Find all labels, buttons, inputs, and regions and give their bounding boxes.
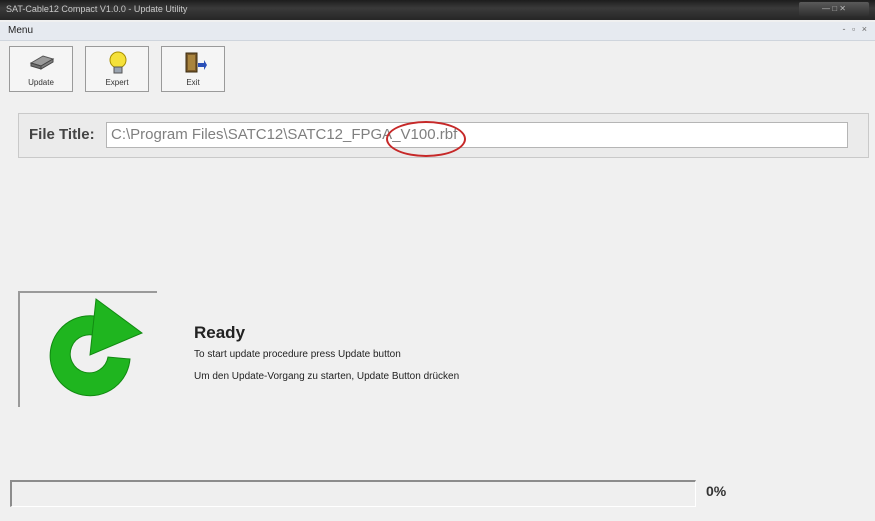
mdi-window-controls[interactable]: - ▫ × xyxy=(843,24,869,34)
status-icon-frame xyxy=(18,291,157,407)
refresh-arrow-icon xyxy=(49,298,144,397)
status-title: Ready xyxy=(194,323,246,342)
update-button-label: Update xyxy=(28,78,54,87)
exit-door-icon xyxy=(185,52,207,73)
toolbar: Update Expert Exit xyxy=(9,46,237,92)
expert-button-label: Expert xyxy=(105,78,129,87)
menu-bar: Menu - ▫ × xyxy=(0,22,875,41)
lightbulb-icon xyxy=(109,51,127,74)
expert-button[interactable]: Expert xyxy=(85,46,149,92)
status-line-english: To start update procedure press Update b… xyxy=(194,349,401,360)
annotation-circle xyxy=(386,121,466,157)
progress-percent: 0% xyxy=(706,483,727,499)
window-title: SAT-Cable12 Compact V1.0.0 - Update Util… xyxy=(6,4,188,14)
menu-item-menu[interactable]: Menu xyxy=(8,25,33,36)
status-line-german: Um den Update-Vorgang zu starten, Update… xyxy=(194,371,460,382)
exit-button-label: Exit xyxy=(186,78,200,87)
file-title-label: File Title: xyxy=(29,126,95,143)
exit-button[interactable]: Exit xyxy=(161,46,225,92)
file-title-field[interactable]: C:\Program Files\SATC12\SATC12_FPGA_V100… xyxy=(106,122,848,148)
drive-icon xyxy=(29,55,55,70)
progress-bar xyxy=(10,480,696,507)
window-controls[interactable]: — □ ✕ xyxy=(799,2,869,16)
title-bar: SAT-Cable12 Compact V1.0.0 - Update Util… xyxy=(0,0,875,20)
update-button[interactable]: Update xyxy=(9,46,73,92)
